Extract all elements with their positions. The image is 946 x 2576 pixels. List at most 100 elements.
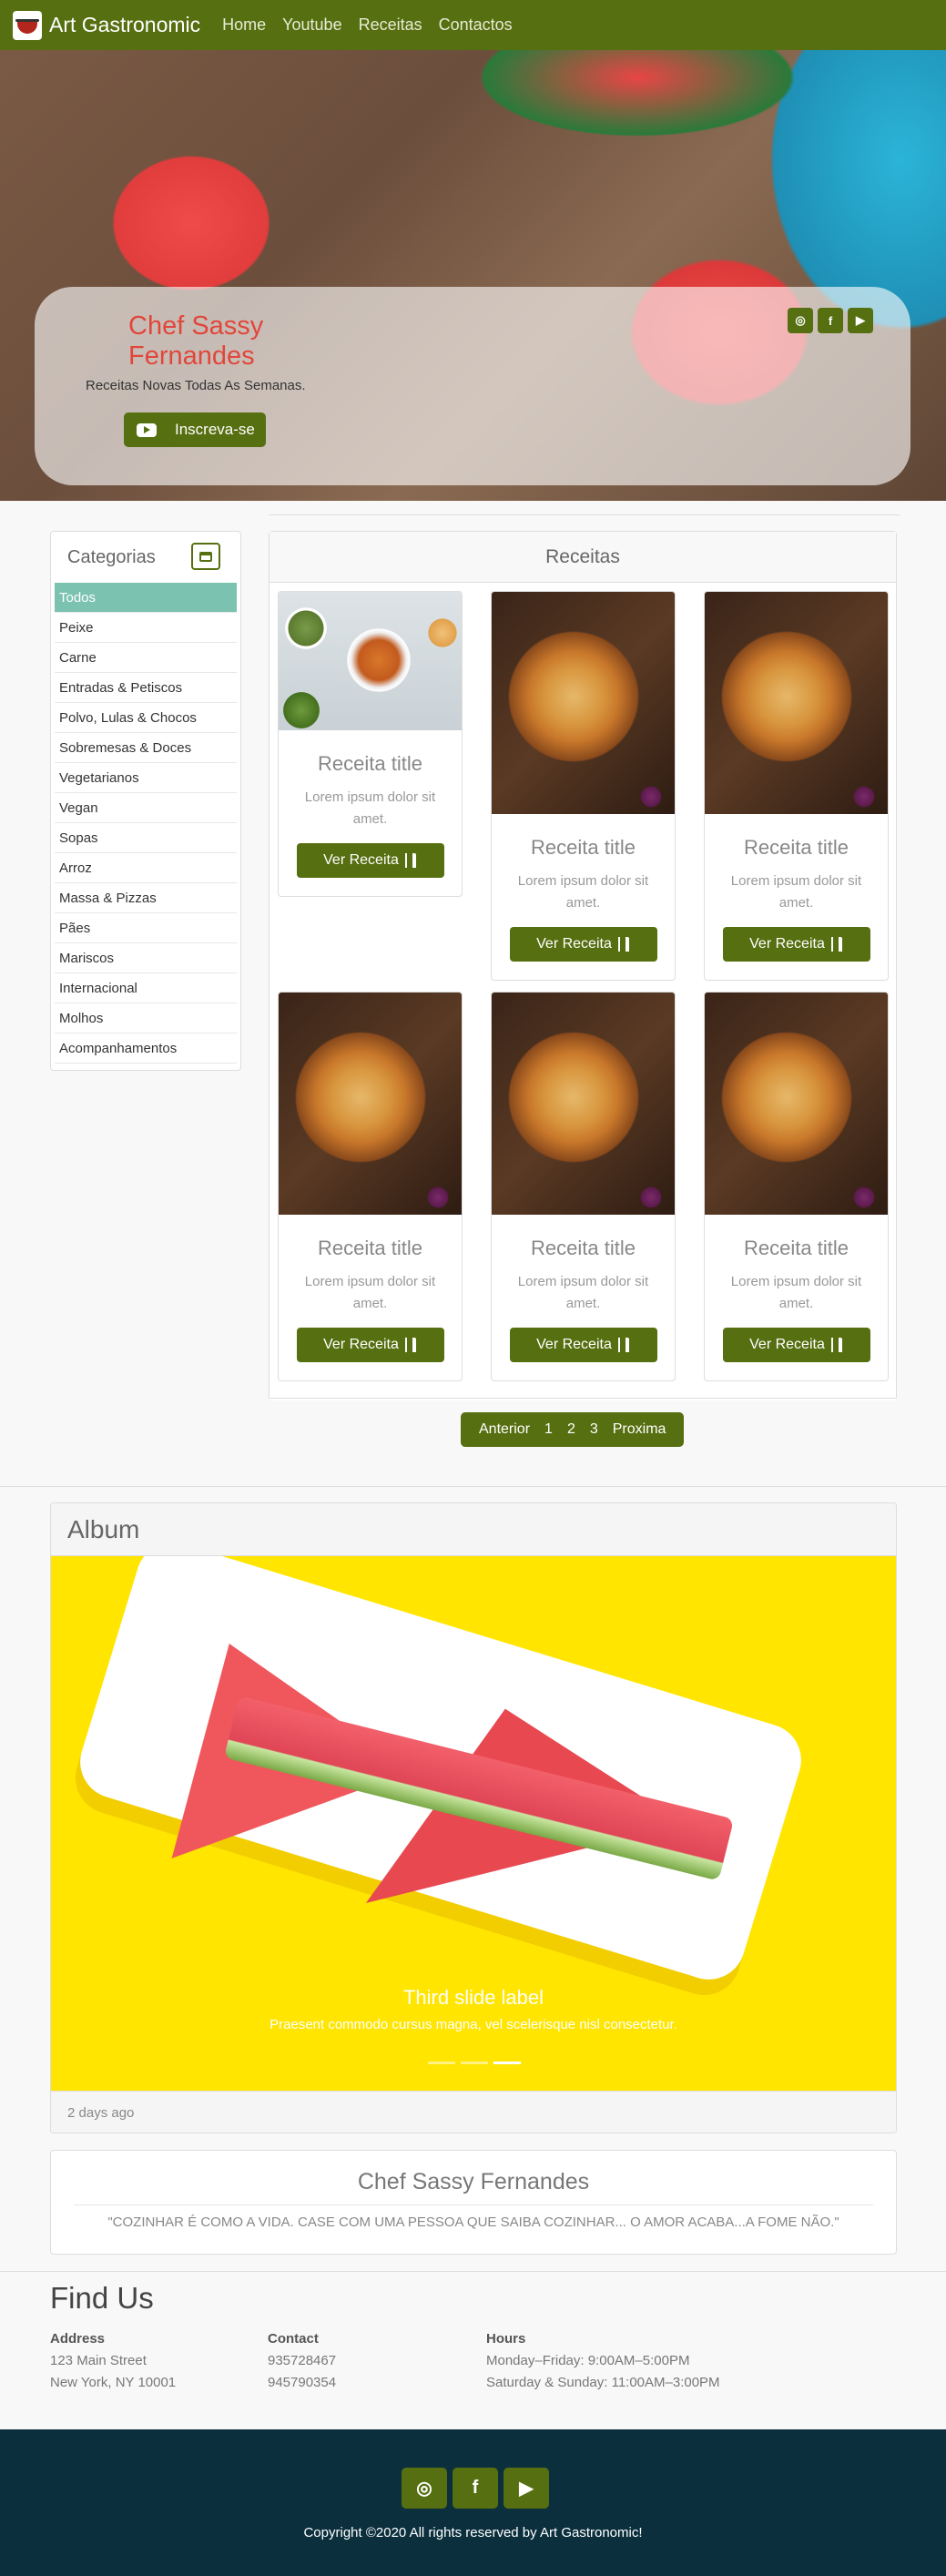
recipes-panel: Receitas Receita title Lorem ipsum dolor… bbox=[269, 531, 897, 1447]
recipe-card: Receita title Lorem ipsum dolor sit amet… bbox=[704, 591, 889, 981]
hours-block: Hours Monday–Friday: 9:00AM–5:00PM Satur… bbox=[486, 2328, 720, 2394]
album-footer: 2 days ago bbox=[51, 2091, 896, 2133]
category-item[interactable]: Acompanhamentos bbox=[55, 1033, 237, 1064]
category-item[interactable]: Entradas & Petiscos bbox=[55, 673, 237, 703]
recipe-title: Receita title bbox=[318, 1237, 422, 1259]
utensils-icon bbox=[830, 1338, 843, 1352]
facebook-icon[interactable]: f bbox=[453, 2468, 498, 2509]
pagination-prev[interactable]: Anterior bbox=[479, 1421, 530, 1438]
nav-link-home[interactable]: Home bbox=[222, 15, 266, 35]
hours-label: Hours bbox=[486, 2331, 526, 2347]
hero-subtitle: Receitas Novas Todas As Semanas. bbox=[86, 378, 306, 393]
recipe-card: Receita title Lorem ipsum dolor sit amet… bbox=[491, 992, 676, 1381]
utensils-icon bbox=[617, 1338, 630, 1352]
recipe-card: Receita title Lorem ipsum dolor sit amet… bbox=[491, 591, 676, 981]
recipes-grid: Receita title Lorem ipsum dolor sit amet… bbox=[270, 583, 896, 1400]
recipe-image bbox=[279, 993, 462, 1215]
nav-link-youtube[interactable]: Youtube bbox=[282, 15, 341, 35]
category-item[interactable]: Molhos bbox=[55, 1003, 237, 1033]
instagram-icon[interactable]: ◎ bbox=[402, 2468, 447, 2509]
address-label: Address bbox=[50, 2331, 106, 2347]
pagination-page-2[interactable]: 2 bbox=[567, 1421, 575, 1438]
contact-label: Contact bbox=[268, 2331, 319, 2347]
category-item[interactable]: Mariscos bbox=[55, 943, 237, 973]
youtube-icon[interactable]: ▶ bbox=[504, 2468, 549, 2509]
view-recipe-button[interactable]: Ver Receita bbox=[509, 1328, 657, 1362]
window-icon bbox=[199, 551, 212, 562]
pagination-page-3[interactable]: 3 bbox=[590, 1421, 598, 1438]
phone-number: 945790354 bbox=[268, 2375, 337, 2390]
categories-toggle-button[interactable] bbox=[191, 543, 220, 570]
category-item[interactable]: Sobremesas & Doces bbox=[55, 733, 237, 763]
category-item[interactable]: Peixe bbox=[55, 613, 237, 643]
recipe-title: Receita title bbox=[531, 1237, 636, 1259]
recipe-text: Lorem ipsum dolor sit amet. bbox=[304, 789, 436, 827]
nav-link-contactos[interactable]: Contactos bbox=[439, 15, 513, 35]
slide-caption: Praesent commodo cursus magna, vel scele… bbox=[270, 2017, 677, 2032]
hours-line: Saturday & Sunday: 11:00AM–3:00PM bbox=[486, 2375, 720, 2390]
recipe-title: Receita title bbox=[744, 1237, 849, 1259]
category-item[interactable]: Carne bbox=[55, 643, 237, 673]
view-recipe-button[interactable]: Ver Receita bbox=[296, 843, 444, 878]
nav-link-receitas[interactable]: Receitas bbox=[359, 15, 422, 35]
recipe-text: Lorem ipsum dolor sit amet. bbox=[304, 1274, 436, 1311]
footer: ◎ f ▶ Copyright ©2020 All rights reserve… bbox=[0, 2429, 946, 2576]
divider bbox=[269, 514, 900, 515]
album-carousel[interactable]: Third slide label Praesent commodo cursu… bbox=[51, 1556, 896, 2091]
youtube-icon[interactable]: ▶ bbox=[848, 308, 873, 333]
navbar: Art Gastronomic Home Youtube Receitas Co… bbox=[0, 0, 946, 50]
pagination: Anterior 1 2 3 Proxima bbox=[461, 1412, 685, 1447]
category-item[interactable]: Massa & Pizzas bbox=[55, 883, 237, 913]
utensils-icon bbox=[830, 937, 843, 952]
carousel-indicator-active[interactable] bbox=[493, 2062, 521, 2064]
view-recipe-button[interactable]: Ver Receita bbox=[722, 1328, 870, 1362]
category-item[interactable]: Vegan bbox=[55, 793, 237, 823]
carousel-indicator[interactable] bbox=[461, 2062, 488, 2064]
phone-number: 935728467 bbox=[268, 2353, 337, 2368]
recipe-image bbox=[492, 592, 675, 814]
brand-name[interactable]: Art Gastronomic bbox=[49, 13, 200, 37]
pagination-page-1[interactable]: 1 bbox=[544, 1421, 553, 1438]
recipe-image bbox=[705, 592, 888, 814]
quote-card: Chef Sassy Fernandes "COZINHAR É COMO A … bbox=[50, 2150, 897, 2255]
utensils-icon bbox=[404, 1338, 417, 1352]
category-item-todos[interactable]: Todos bbox=[55, 583, 237, 613]
quote-text: "COZINHAR É COMO A VIDA. CASE COM UMA PE… bbox=[107, 2215, 839, 2230]
subscribe-label: Inscreva-se bbox=[175, 421, 255, 438]
carousel-indicators bbox=[428, 2062, 521, 2064]
find-us-title: Find Us bbox=[50, 2281, 154, 2315]
utensils-icon bbox=[404, 853, 417, 868]
recipe-text: Lorem ipsum dolor sit amet. bbox=[730, 873, 862, 911]
facebook-icon[interactable]: f bbox=[818, 308, 843, 333]
categories-panel: Categorias Todos Peixe Carne Entradas & … bbox=[50, 531, 241, 1071]
recipe-card: Receita title Lorem ipsum dolor sit amet… bbox=[278, 591, 463, 897]
section-divider bbox=[0, 2271, 946, 2272]
recipe-card: Receita title Lorem ipsum dolor sit amet… bbox=[704, 992, 889, 1381]
recipe-title: Receita title bbox=[744, 836, 849, 859]
recipe-text: Lorem ipsum dolor sit amet. bbox=[517, 1274, 649, 1311]
category-item[interactable]: Vegetarianos bbox=[55, 763, 237, 793]
category-item[interactable]: Polvo, Lulas & Chocos bbox=[55, 703, 237, 733]
instagram-icon[interactable]: ◎ bbox=[788, 308, 813, 333]
category-item[interactable]: Pães bbox=[55, 913, 237, 943]
category-item[interactable]: Internacional bbox=[55, 973, 237, 1003]
carousel-indicator[interactable] bbox=[428, 2062, 455, 2064]
footer-social-links: ◎ f ▶ bbox=[402, 2468, 549, 2509]
address-line: New York, NY 10001 bbox=[50, 2375, 177, 2390]
slide-label: Third slide label bbox=[402, 1986, 544, 2009]
category-item[interactable]: Sopas bbox=[55, 823, 237, 853]
view-recipe-button[interactable]: Ver Receita bbox=[722, 927, 870, 962]
category-item[interactable]: Arroz bbox=[55, 853, 237, 883]
brand-logo[interactable] bbox=[13, 10, 42, 40]
address-block: Address 123 Main Street New York, NY 100… bbox=[50, 2328, 176, 2394]
recipe-title: Receita title bbox=[531, 836, 636, 859]
chef-name: Chef Sassy Fernandes bbox=[128, 311, 264, 371]
section-divider bbox=[0, 1486, 946, 1487]
hours-line: Monday–Friday: 9:00AM–5:00PM bbox=[486, 2353, 690, 2368]
view-recipe-button[interactable]: Ver Receita bbox=[509, 927, 657, 962]
pagination-next[interactable]: Proxima bbox=[613, 1421, 666, 1438]
recipe-text: Lorem ipsum dolor sit amet. bbox=[730, 1274, 862, 1311]
recipes-title: Receitas bbox=[270, 532, 896, 583]
subscribe-button[interactable]: Inscreva-se bbox=[124, 412, 266, 447]
view-recipe-button[interactable]: Ver Receita bbox=[296, 1328, 444, 1362]
